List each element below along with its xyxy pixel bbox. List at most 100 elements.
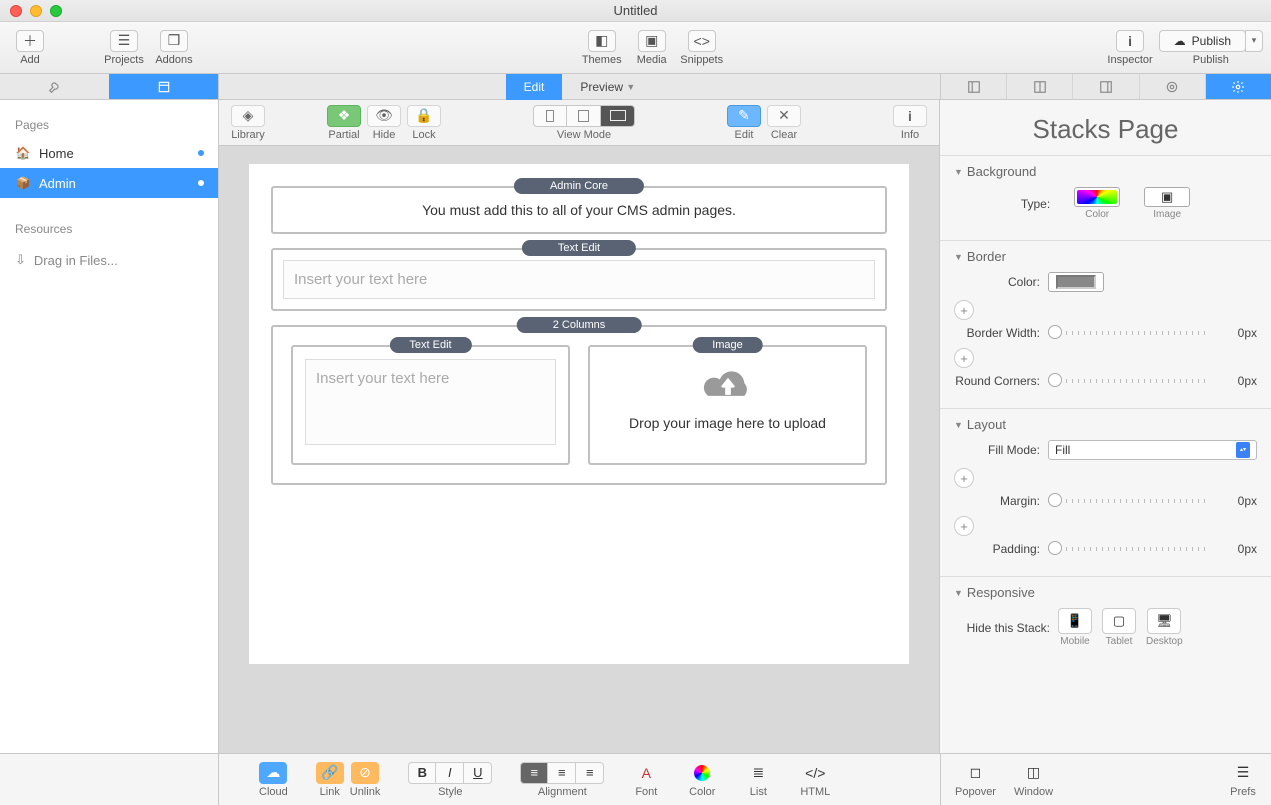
viewmode-mobile[interactable]: [533, 105, 567, 127]
bold-button[interactable]: B: [408, 762, 436, 784]
inspector-tab-1[interactable]: [941, 74, 1007, 99]
round-corners-slider[interactable]: [1048, 379, 1207, 383]
add-property-button[interactable]: +: [954, 300, 974, 320]
cloud-button[interactable]: ☁Cloud: [259, 762, 288, 798]
html-button[interactable]: </>HTML: [800, 762, 830, 798]
padding-slider[interactable]: [1048, 547, 1207, 551]
inspector-tab-3[interactable]: [1073, 74, 1139, 99]
library-button[interactable]: ◈ Library: [231, 105, 265, 141]
themes-button[interactable]: ◧ Themes: [580, 30, 624, 66]
font-icon: A: [632, 762, 660, 784]
border-width-slider[interactable]: [1048, 331, 1207, 335]
link-button[interactable]: 🔗Link: [316, 762, 344, 798]
bg-color-button[interactable]: [1074, 187, 1120, 207]
hide-stack-label: Hide this Stack:: [954, 621, 1050, 635]
mode-edit[interactable]: Edit: [506, 74, 563, 100]
snippets-button[interactable]: <> Snippets: [680, 30, 724, 66]
margin-slider[interactable]: [1048, 499, 1207, 503]
section-heading[interactable]: Layout: [954, 417, 1257, 432]
fill-mode-select[interactable]: Fill ▴▾: [1048, 440, 1257, 460]
partial-icon: ❖: [327, 105, 361, 127]
pencil-icon: ✎: [727, 105, 761, 127]
drag-files-target[interactable]: ⇩ Drag in Files...: [0, 242, 218, 278]
section-responsive: Responsive Hide this Stack: 📱Mobile ▢Tab…: [940, 576, 1271, 667]
italic-button[interactable]: I: [436, 762, 464, 784]
stack-image[interactable]: Image Drop your image here to upload: [588, 345, 867, 465]
window-button[interactable]: ◫Window: [1014, 762, 1053, 798]
media-button[interactable]: ▣ Media: [630, 30, 674, 66]
mode-preview[interactable]: Preview ▼: [562, 74, 653, 100]
publish-dropdown[interactable]: ▾: [1245, 30, 1263, 52]
sidebar-item-home[interactable]: 🏠 Home: [0, 138, 218, 168]
canvas[interactable]: Admin Core You must add this to all of y…: [219, 146, 939, 753]
viewmode-desktop[interactable]: [601, 105, 635, 127]
desktop-icon: 🖥: [1156, 613, 1173, 629]
sidebar-tab-wrench[interactable]: [0, 74, 109, 99]
inspector-tab-5[interactable]: [1206, 74, 1271, 99]
font-button[interactable]: AFont: [632, 762, 660, 798]
text-edit-field[interactable]: Insert your text here: [305, 359, 556, 445]
clear-button[interactable]: ✕ Clear: [767, 105, 801, 141]
round-corners-label: Round Corners:: [954, 374, 1040, 388]
x-icon: ✕: [767, 105, 801, 127]
sidebar-item-admin[interactable]: 📦 Admin: [0, 168, 218, 198]
stack-text-edit[interactable]: Text Edit Insert your text here: [271, 248, 887, 311]
projects-icon: ☰: [110, 30, 138, 52]
inspector-title: Stacks Page: [940, 100, 1271, 155]
unlink-button[interactable]: ⊘Unlink: [350, 762, 381, 798]
snippets-icon: <>: [688, 30, 716, 52]
border-color-swatch[interactable]: [1048, 272, 1104, 292]
add-property-button[interactable]: +: [954, 468, 974, 488]
inspector-tab-2[interactable]: [1007, 74, 1073, 99]
stack-text-edit-nested[interactable]: Text Edit Insert your text here: [291, 345, 570, 465]
alignment-segment: ≡ ≡ ≡ Alignment: [520, 762, 604, 798]
partial-button[interactable]: ❖ Partial: [327, 105, 361, 141]
list-button[interactable]: ≣List: [744, 762, 772, 798]
hide-tablet-toggle[interactable]: ▢: [1102, 608, 1136, 634]
inspector-button[interactable]: i Inspector: [1107, 30, 1152, 66]
underline-button[interactable]: U: [464, 762, 492, 784]
section-border: Border Color: + Border Width: 0px + Roun…: [940, 240, 1271, 408]
publish-button[interactable]: ☁ Publish: [1159, 30, 1246, 52]
bottom-toolbar: ☁Cloud 🔗Link ⊘Unlink B I U Style ≡ ≡ ≡ A…: [0, 753, 1271, 805]
hide-desktop-toggle[interactable]: 🖥: [1147, 608, 1181, 634]
link-icon: 🔗: [316, 762, 344, 784]
resources-heading: Resources: [0, 212, 218, 242]
align-left-button[interactable]: ≡: [520, 762, 548, 784]
border-color-label: Color:: [954, 275, 1040, 289]
addons-button[interactable]: ❒ Addons: [152, 30, 196, 66]
margin-value: 0px: [1217, 494, 1257, 508]
hide-button[interactable]: 👁 Hide: [367, 105, 401, 141]
plus-icon: ＋: [16, 30, 44, 52]
popover-icon: ◻: [961, 762, 989, 784]
bg-image-button[interactable]: ▣: [1144, 187, 1190, 207]
add-property-button[interactable]: +: [954, 516, 974, 536]
title-bar: Untitled: [0, 0, 1271, 22]
sidebar-tab-pages[interactable]: [109, 74, 218, 99]
image-drop-text: Drop your image here to upload: [629, 415, 826, 431]
unsaved-dot: [198, 180, 204, 186]
add-property-button[interactable]: +: [954, 348, 974, 368]
prefs-button[interactable]: ☰Prefs: [1229, 762, 1257, 798]
hide-mobile-toggle[interactable]: 📱: [1058, 608, 1092, 634]
align-center-button[interactable]: ≡: [548, 762, 576, 784]
window-title: Untitled: [0, 3, 1271, 18]
edit-button[interactable]: ✎ Edit: [727, 105, 761, 141]
stack-admin-core[interactable]: Admin Core You must add this to all of y…: [271, 186, 887, 234]
lock-button[interactable]: 🔒 Lock: [407, 105, 441, 141]
inspector-tab-4[interactable]: [1140, 74, 1206, 99]
sidebar: Pages 🏠 Home 📦 Admin Resources ⇩ Drag in…: [0, 100, 219, 753]
color-button[interactable]: Color: [688, 762, 716, 798]
projects-button[interactable]: ☰ Projects: [102, 30, 146, 66]
section-heading[interactable]: Responsive: [954, 585, 1257, 600]
margin-label: Margin:: [954, 494, 1040, 508]
popover-button[interactable]: ◻Popover: [955, 762, 996, 798]
align-right-button[interactable]: ≡: [576, 762, 604, 784]
stack-2-columns[interactable]: 2 Columns Text Edit Insert your text her…: [271, 325, 887, 485]
viewmode-tablet[interactable]: [567, 105, 601, 127]
section-heading[interactable]: Background: [954, 164, 1257, 179]
text-edit-field[interactable]: Insert your text here: [283, 260, 875, 299]
add-button[interactable]: ＋ Add: [8, 30, 52, 66]
section-heading[interactable]: Border: [954, 249, 1257, 264]
info-button[interactable]: i Info: [893, 105, 927, 141]
